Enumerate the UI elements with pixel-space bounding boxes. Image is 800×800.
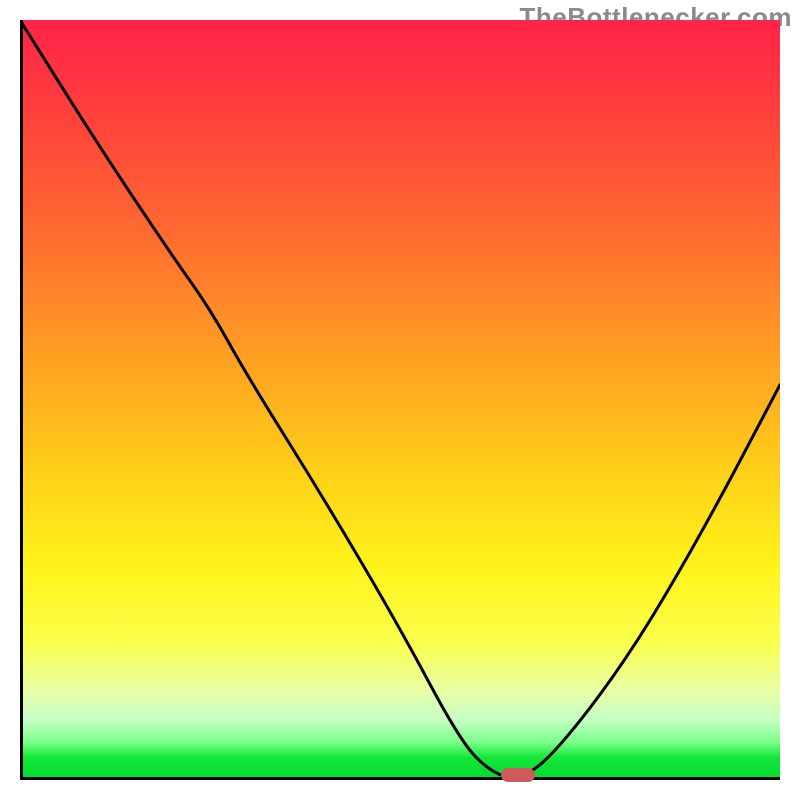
optimal-marker	[501, 768, 535, 782]
bottleneck-curve-svg	[20, 20, 780, 780]
chart-container: TheBottlenecker.com	[0, 0, 800, 800]
plot-area	[20, 20, 780, 780]
bottleneck-curve-path	[20, 20, 780, 777]
